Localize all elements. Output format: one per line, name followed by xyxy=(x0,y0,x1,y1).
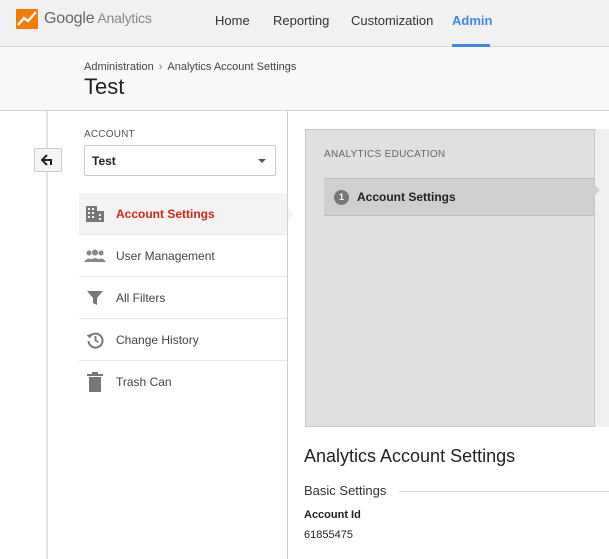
right-column-border xyxy=(287,111,288,559)
menu-item-all-filters[interactable]: All Filters xyxy=(79,277,287,319)
google-analytics-logo[interactable]: Google Analytics xyxy=(16,9,152,29)
page-header: Administration › Analytics Account Setting… xyxy=(0,47,609,111)
chevron-down-icon xyxy=(258,159,266,163)
menu-item-trash-can[interactable]: Trash Can xyxy=(79,361,287,403)
logo-brand-text: Google xyxy=(44,10,95,27)
menu-item-user-management[interactable]: User Management xyxy=(79,235,287,277)
breadcrumb-account-settings[interactable]: Analytics Account Settings xyxy=(167,61,296,73)
nav-admin[interactable]: Admin xyxy=(452,0,492,47)
back-arrow-icon xyxy=(41,154,52,166)
nav-reporting[interactable]: Reporting xyxy=(273,0,329,47)
menu-item-account-settings[interactable]: Account Settings xyxy=(79,193,294,235)
menu-item-label: Trash Can xyxy=(116,375,172,389)
menu-item-label: User Management xyxy=(116,248,215,263)
account-id-value: 61855475 xyxy=(304,529,353,541)
account-selected-value: Test xyxy=(92,154,116,168)
breadcrumb: Administration › Analytics Account Setting… xyxy=(84,61,296,73)
education-pointer-arrow xyxy=(594,184,600,196)
filter-icon xyxy=(84,287,106,309)
column-divider-line xyxy=(46,111,48,559)
logo-product-text: Analytics xyxy=(97,10,152,26)
users-icon xyxy=(84,245,106,267)
education-content-strip xyxy=(594,129,609,427)
menu-item-label: Change History xyxy=(116,332,199,347)
breadcrumb-separator: › xyxy=(158,61,163,73)
page-title: Test xyxy=(84,74,125,99)
nav-customization[interactable]: Customization xyxy=(351,0,433,47)
step-number-badge: 1 xyxy=(334,189,349,205)
breadcrumb-administration[interactable]: Administration xyxy=(84,61,154,73)
menu-item-change-history[interactable]: Change History xyxy=(79,319,287,361)
analytics-logo-icon xyxy=(16,9,38,29)
nav-home[interactable]: Home xyxy=(215,0,250,47)
basic-settings-heading: Basic Settings xyxy=(304,483,387,498)
education-item-label: Account Settings xyxy=(357,190,456,204)
account-id-label: Account Id xyxy=(304,509,361,521)
section-divider xyxy=(399,491,609,492)
account-menu: Account Settings User Management All Fil… xyxy=(79,193,294,403)
back-button[interactable] xyxy=(34,148,62,172)
menu-item-label: All Filters xyxy=(116,290,166,305)
analytics-education-panel: ANALYTICS EDUCATION 1 Account Settings xyxy=(305,129,609,427)
menu-item-label: Account Settings xyxy=(116,206,215,221)
account-dropdown[interactable]: Test xyxy=(84,145,276,176)
trash-icon xyxy=(84,371,106,393)
education-title: ANALYTICS EDUCATION xyxy=(324,149,446,160)
account-label: ACCOUNT xyxy=(84,129,135,140)
building-icon xyxy=(84,203,106,225)
top-nav-bar: Google Analytics Home Reporting Customiza… xyxy=(0,0,609,47)
education-item-account-settings[interactable]: 1 Account Settings xyxy=(324,178,596,216)
settings-title: Analytics Account Settings xyxy=(304,446,516,466)
history-icon xyxy=(84,329,106,351)
